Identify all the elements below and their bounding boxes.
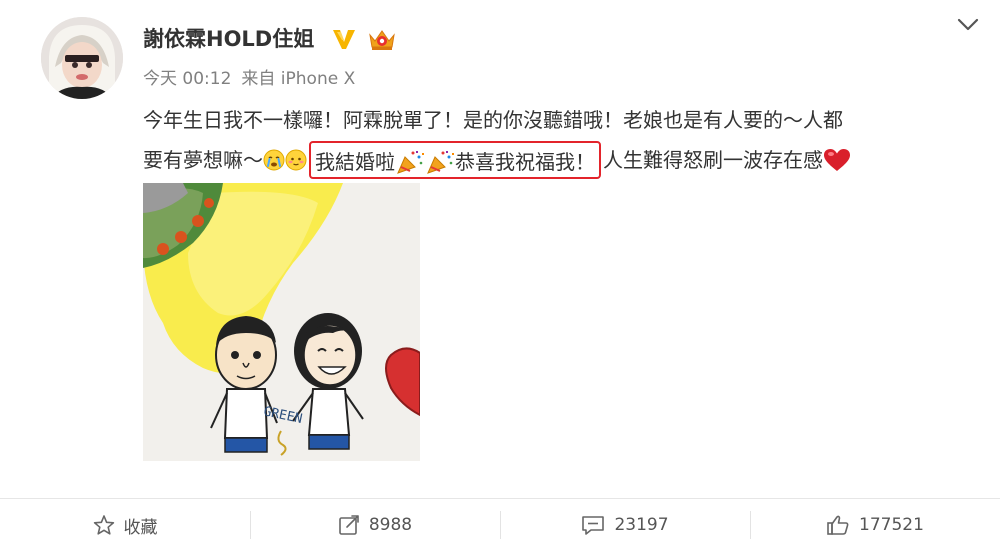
highlight-text-b: 恭喜我祝福我！ — [455, 150, 595, 174]
post-source: 来自 iPhone X — [241, 69, 356, 89]
comment-count: 23197 — [614, 515, 669, 535]
favorite-label: 收藏 — [123, 517, 158, 538]
comment-icon — [582, 516, 605, 535]
author-name[interactable]: 謝依霖HOLD住姐 — [143, 25, 314, 53]
post-text: 今年生日我不一樣囉！阿霖脫單了！是的你沒聽錯哦！老娘也是有人要的～人都 要有夢想… — [143, 100, 973, 180]
post-text-line-2: 要有夢想嘛～ 我結婚啦 恭喜我祝福我！ 人生難得怒刷一波存在感 — [143, 140, 973, 180]
post-image[interactable]: GREEN — [143, 183, 420, 461]
star-icon — [93, 515, 114, 535]
like-count: 177521 — [859, 515, 924, 535]
party-popper-icon — [427, 150, 454, 174]
post-text-line-1: 今年生日我不一樣囉！阿霖脫單了！是的你沒聽錯哦！老娘也是有人要的～人都 — [143, 108, 843, 132]
share-icon — [339, 515, 359, 535]
heart-icon — [824, 148, 850, 171]
repost-count: 8988 — [368, 515, 413, 535]
chevron-down-icon[interactable] — [956, 16, 980, 34]
shy-face-icon — [285, 149, 307, 170]
verified-v-icon — [333, 30, 355, 49]
crying-face-icon — [263, 149, 285, 170]
favorite-button[interactable]: 收藏 — [0, 499, 250, 551]
post-text-segment: 要有夢想嘛～ — [143, 148, 263, 172]
party-popper-icon — [397, 150, 424, 174]
action-bar: 收藏 8988 23197 177521 — [0, 499, 1000, 551]
weibo-post-card: 謝依霖HOLD住姐 今天 00:12 来自 iPhone X 今年生日我不一樣囉！… — [0, 0, 1000, 551]
post-meta: 今天 00:12 来自 iPhone X — [143, 67, 355, 91]
avatar[interactable] — [41, 17, 123, 99]
comment-button[interactable]: 23197 — [500, 499, 750, 551]
post-text-segment: 人生難得怒刷一波存在感 — [603, 148, 823, 172]
thumbs-up-icon — [827, 515, 849, 535]
highlighted-text-box: 我結婚啦 恭喜我祝福我！ — [309, 141, 601, 179]
highlight-text-a: 我結婚啦 — [315, 150, 395, 174]
member-crown-icon[interactable] — [366, 27, 398, 53]
like-button[interactable]: 177521 — [750, 499, 1000, 551]
post-time[interactable]: 今天 00:12 — [143, 69, 231, 89]
repost-button[interactable]: 8988 — [250, 499, 500, 551]
